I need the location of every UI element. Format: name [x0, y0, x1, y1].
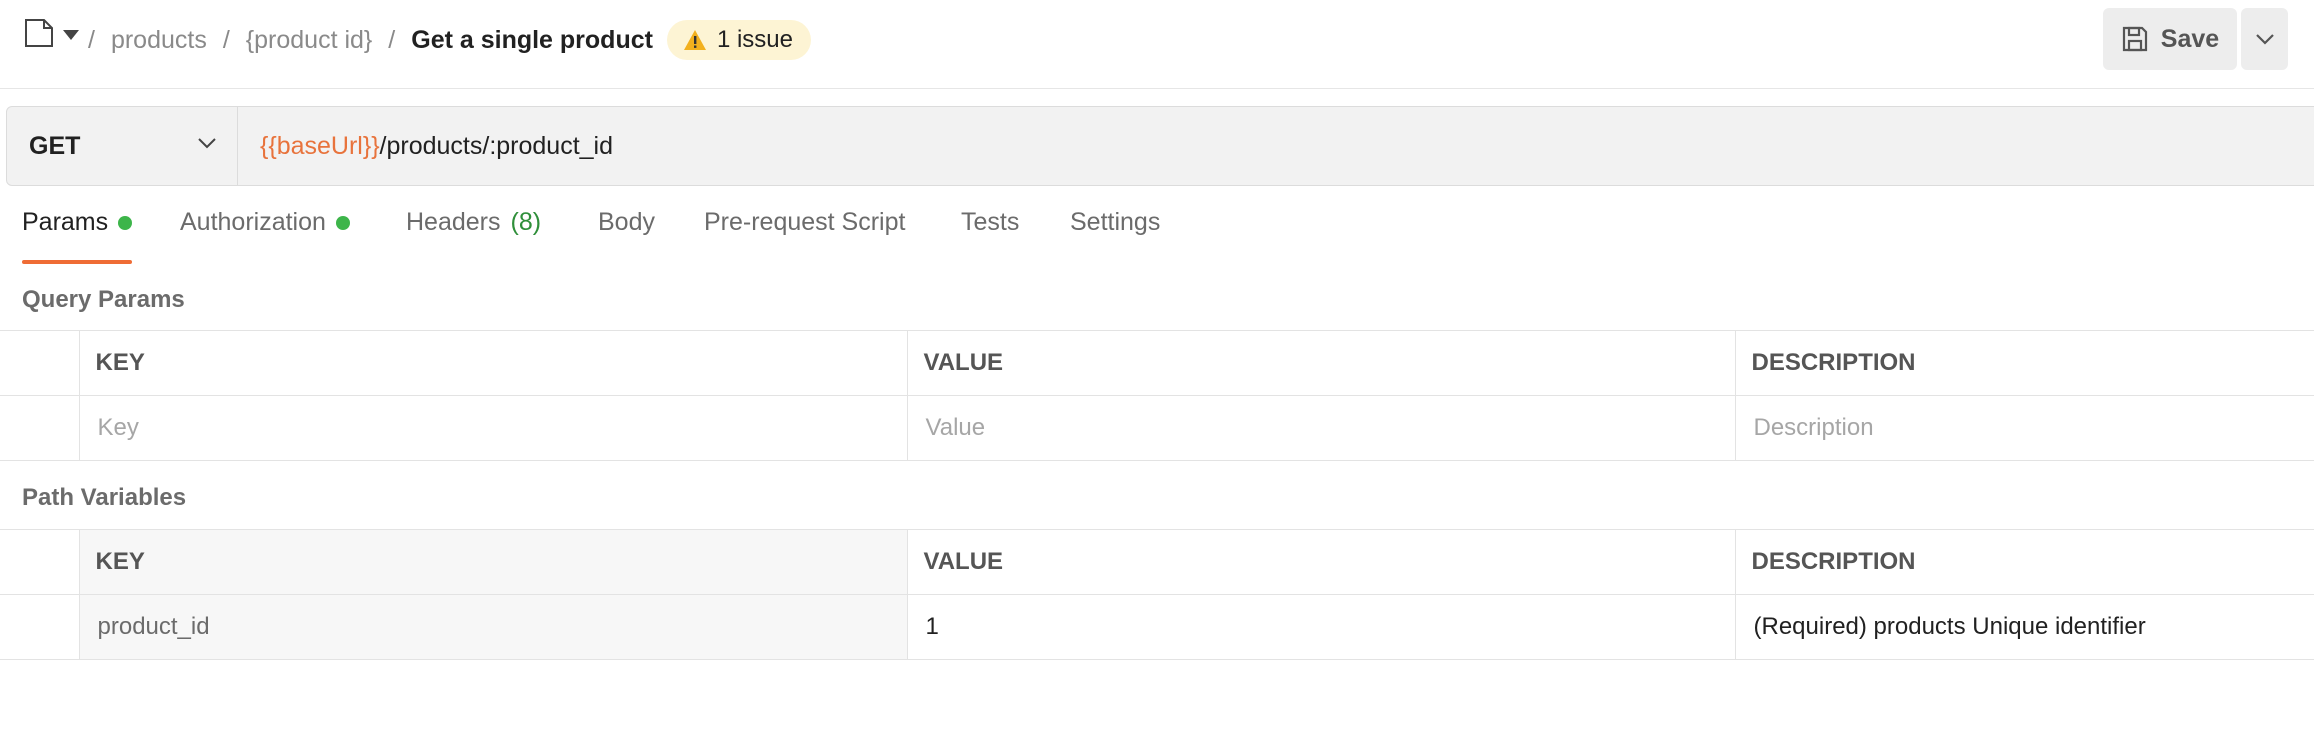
row-handle-cell: [0, 330, 80, 396]
column-header-value: VALUE: [907, 529, 1736, 595]
table-header-row: KEY VALUE DESCRIPTION: [0, 330, 2314, 396]
path-variable-key-text: product_id: [97, 613, 210, 640]
save-button-label: Save: [2160, 24, 2220, 53]
row-handle-cell: [0, 594, 80, 660]
path-variables-table: KEY VALUE DESCRIPTION product_id 1 (Requ…: [0, 529, 2314, 660]
url-bar: GET {{baseUrl}}/products/:product_id: [6, 106, 2314, 186]
chevron-down-icon: [198, 138, 216, 149]
query-params-table: KEY VALUE DESCRIPTION Key Value Descript…: [0, 330, 2314, 461]
url-variable: {{baseUrl}}: [260, 131, 380, 160]
request-header: / products / {product id} / Get a single…: [0, 0, 2314, 89]
description-input[interactable]: Description: [1735, 395, 2314, 461]
column-header-key: KEY: [79, 529, 908, 595]
tab-headers[interactable]: Headers (8): [406, 208, 541, 258]
save-options-button[interactable]: [2241, 8, 2288, 70]
status-dot: [118, 216, 133, 230]
column-header-value: VALUE: [907, 330, 1736, 396]
table-row: product_id 1 (Required) products Unique …: [0, 594, 2314, 660]
query-params-title: Query Params: [22, 286, 185, 313]
tab-tests[interactable]: Tests: [961, 208, 1019, 258]
save-button[interactable]: Save: [2103, 8, 2237, 70]
breadcrumb: / products / {product id} / Get a single…: [88, 20, 811, 60]
breadcrumb-item-product-id[interactable]: {product id}: [246, 26, 373, 55]
table-header-row: KEY VALUE DESCRIPTION: [0, 529, 2314, 595]
issue-badge-label: 1 issue: [716, 26, 793, 53]
column-header-description: DESCRIPTION: [1735, 529, 2314, 595]
path-variable-description-input[interactable]: (Required) products Unique identifier: [1735, 594, 2314, 660]
request-name[interactable]: Get a single product: [411, 26, 653, 55]
tab-authorization-label: Authorization: [180, 208, 326, 236]
row-handle-cell: [0, 529, 80, 595]
table-row: Key Value Description: [0, 395, 2314, 461]
key-placeholder: Key: [97, 414, 139, 441]
floppy-disk-icon: [2122, 26, 2147, 52]
issue-badge[interactable]: 1 issue: [666, 20, 811, 60]
column-header-description: DESCRIPTION: [1735, 330, 2314, 396]
row-handle-cell: [0, 395, 80, 461]
method-select[interactable]: GET: [7, 107, 238, 185]
breadcrumb-separator: /: [388, 25, 396, 54]
tab-params[interactable]: Params: [22, 208, 133, 258]
tab-settings[interactable]: Settings: [1070, 208, 1160, 258]
path-variables-title: Path Variables: [22, 484, 187, 511]
path-variable-value-input[interactable]: 1: [907, 594, 1736, 660]
active-tab-indicator: [22, 260, 132, 264]
tab-params-label: Params: [22, 208, 109, 236]
breadcrumb-separator: /: [88, 25, 95, 54]
path-variable-description-text: (Required) products Unique identifier: [1753, 613, 2146, 640]
tab-headers-count: (8): [510, 208, 542, 236]
status-dot: [335, 216, 350, 230]
request-tabs: Params Authorization Headers (8) Body Pr…: [0, 208, 1200, 264]
path-variable-value-text: 1: [925, 613, 939, 640]
value-input[interactable]: Value: [907, 395, 1736, 461]
description-placeholder: Description: [1753, 414, 1874, 441]
tab-settings-label: Settings: [1070, 208, 1161, 236]
url-path: /products/:product_id: [379, 131, 614, 160]
tab-headers-label: Headers: [406, 208, 501, 236]
breadcrumb-item-products[interactable]: products: [111, 26, 207, 55]
key-input[interactable]: Key: [79, 395, 908, 461]
tab-tests-label: Tests: [961, 208, 1020, 236]
path-variable-key: product_id: [79, 594, 908, 660]
breadcrumb-separator: /: [222, 25, 230, 54]
tab-body-label: Body: [598, 208, 655, 236]
column-header-key: KEY: [79, 330, 908, 396]
chevron-down-icon[interactable]: [63, 30, 79, 40]
method-label: GET: [29, 131, 81, 160]
tab-body[interactable]: Body: [598, 208, 655, 258]
tab-pre-request-script[interactable]: Pre-request Script: [704, 208, 905, 258]
warning-icon: [683, 30, 706, 50]
value-placeholder: Value: [925, 414, 986, 441]
tab-authorization[interactable]: Authorization: [180, 208, 350, 258]
chevron-down-icon: [2255, 34, 2274, 45]
request-tab-icon[interactable]: [24, 18, 54, 53]
url-input[interactable]: {{baseUrl}}/products/:product_id: [260, 107, 613, 185]
tab-pre-request-script-label: Pre-request Script: [704, 208, 906, 236]
